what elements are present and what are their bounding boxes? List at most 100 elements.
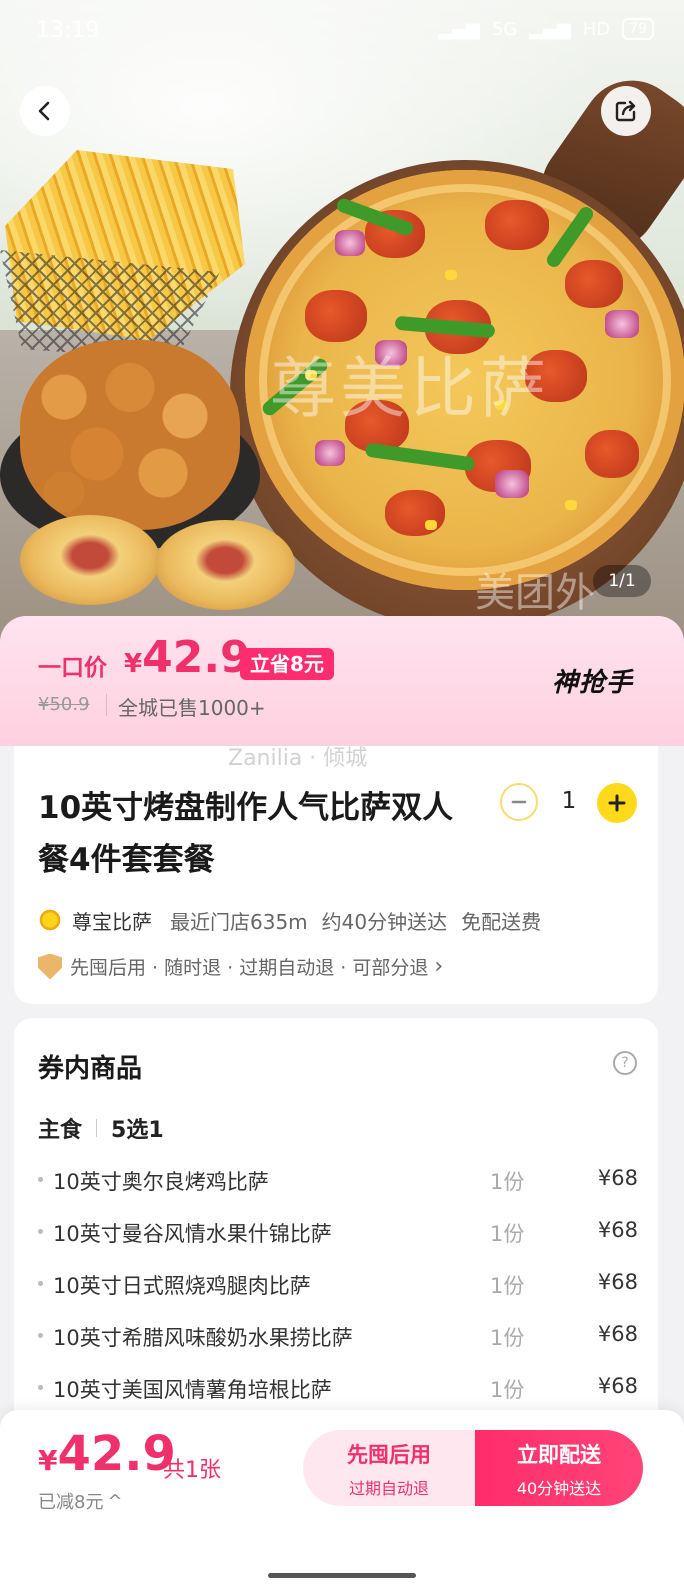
item-price: ¥68	[597, 1322, 638, 1346]
deliver-now-button[interactable]: 立即配送 40分钟送达	[475, 1430, 643, 1506]
original-price: ¥50.9	[38, 694, 90, 715]
current-price: ¥42.9	[124, 632, 251, 683]
group-name: 主食	[38, 1118, 83, 1143]
price-label: 一口价	[38, 655, 107, 681]
total-price: ¥42.9	[38, 1426, 176, 1482]
item-count: 1份	[490, 1378, 525, 1402]
total-price-value: 42.9	[57, 1426, 176, 1482]
shop-name: 尊宝比萨	[72, 909, 152, 934]
chevron-right-icon: ›	[434, 954, 444, 979]
chevron-up-icon: ^	[107, 1490, 123, 1512]
item-price: ¥68	[597, 1218, 638, 1242]
divider	[96, 1119, 98, 1137]
currency-symbol: ¥	[38, 1444, 58, 1477]
bullet	[38, 1281, 43, 1286]
section-title: 券内商品	[38, 1054, 143, 1084]
pizza-topping	[485, 200, 549, 250]
image-counter: 1/1	[593, 565, 651, 597]
buy-later-label: 先囤后用	[347, 1443, 431, 1467]
signal-icon: ▂▄▆	[529, 18, 571, 40]
home-indicator[interactable]	[268, 1573, 416, 1578]
pizza-topping	[385, 490, 445, 536]
help-icon[interactable]: ?	[613, 1051, 637, 1075]
quantity-increase-button[interactable]	[597, 783, 637, 823]
item-count: 1份	[490, 1222, 525, 1246]
divider	[106, 694, 107, 716]
page-watermark: Zanilia · 倾城	[228, 746, 368, 771]
item-price: ¥68	[597, 1166, 638, 1190]
pizza-topping	[495, 470, 529, 498]
pizza-topping	[565, 500, 577, 510]
item-name: 10英寸曼谷风情水果什锦比萨	[53, 1222, 332, 1246]
delivery-time: 约40分钟送达	[321, 909, 448, 934]
item-group-header: 主食 5选1	[38, 1112, 164, 1144]
deal-logo: 神抢手	[552, 668, 634, 698]
plus-icon	[608, 794, 626, 812]
list-item: 10英寸曼谷风情水果什锦比萨 1份 ¥68	[38, 1214, 638, 1250]
buy-later-button[interactable]: 先囤后用 过期自动退	[303, 1430, 475, 1506]
minus-icon	[511, 800, 527, 804]
popcorn-chicken	[20, 340, 240, 530]
pizza-topping	[605, 310, 639, 338]
hd-label: HD	[582, 18, 611, 40]
sold-count: 全城已售1000+	[118, 696, 266, 720]
product-image[interactable]: 尊美比萨 美团外	[0, 0, 684, 660]
pizza-topping	[585, 430, 639, 478]
share-button[interactable]	[601, 86, 651, 136]
delivery-fee: 免配送费	[461, 909, 542, 934]
shop-logo-icon	[38, 908, 62, 932]
chevron-left-icon	[38, 101, 50, 121]
group-rule: 5选1	[111, 1118, 164, 1143]
coupon-count: 共1张	[163, 1458, 221, 1483]
item-name: 10英寸奥尔良烤鸡比萨	[53, 1170, 269, 1194]
pizza-topping	[315, 440, 345, 466]
product-title: 10英寸烤盘制作人气比萨双人餐4件套套餐	[38, 790, 454, 878]
back-button[interactable]	[20, 86, 70, 136]
network-type: 5G	[491, 18, 518, 40]
status-bar: 13:19 ▂▄▆ 5G ▂▄▆ HD 79	[0, 0, 684, 60]
item-count: 1份	[490, 1326, 525, 1350]
bullet	[38, 1177, 43, 1182]
deliver-now-label: 立即配送	[517, 1443, 601, 1467]
pizza-topping	[364, 442, 476, 472]
discount-detail-toggle[interactable]: 已减8元 ^	[38, 1488, 123, 1514]
item-count: 1份	[490, 1170, 525, 1194]
deliver-now-sublabel: 40分钟送达	[516, 1479, 602, 1498]
list-item: 10英寸希腊风味酸奶水果捞比萨 1份 ¥68	[38, 1318, 638, 1354]
image-watermark-corner: 美团外	[475, 570, 595, 616]
bullet	[38, 1229, 43, 1234]
pizza-topping	[565, 260, 623, 308]
item-price: ¥68	[597, 1270, 638, 1294]
item-price: ¥68	[597, 1374, 638, 1398]
share-icon	[615, 100, 636, 122]
bullet	[38, 1385, 43, 1390]
egg-tart	[155, 520, 295, 610]
store-distance: 最近门店635m	[170, 909, 308, 934]
battery-icon: 79	[622, 18, 654, 40]
list-item: 10英寸美国风情薯角培根比萨 1份 ¥68	[38, 1370, 638, 1406]
list-item: 10英寸日式照烧鸡腿肉比萨 1份 ¥68	[38, 1266, 638, 1302]
status-time: 13:19	[36, 18, 100, 43]
image-watermark: 尊美比萨	[270, 350, 550, 427]
quantity-decrease-button[interactable]	[500, 783, 538, 821]
quantity-value: 1	[561, 788, 577, 814]
pizza-topping	[335, 230, 365, 256]
status-icons: ▂▄▆ 5G ▂▄▆ HD 79	[438, 18, 654, 40]
price-value: 42.9	[142, 632, 251, 683]
guarantee-text: 先囤后用 · 随时退 · 过期自动退 · 可部分退	[70, 957, 429, 979]
pizza-topping	[425, 520, 437, 530]
currency-symbol: ¥	[124, 649, 143, 679]
item-name: 10英寸希腊风味酸奶水果捞比萨	[53, 1326, 353, 1350]
save-badge: 立省8元	[240, 648, 334, 680]
egg-tart	[20, 515, 160, 605]
bullet	[38, 1333, 43, 1338]
discount-text: 已减8元	[38, 1492, 104, 1513]
signal-icon: ▂▄▆	[438, 18, 480, 40]
shield-icon	[38, 953, 62, 980]
item-count: 1份	[490, 1274, 525, 1298]
shop-info[interactable]: 尊宝比萨 最近门店635m 约40分钟送达 免配送费	[38, 904, 541, 936]
list-item: 10英寸奥尔良烤鸡比萨 1份 ¥68	[38, 1162, 638, 1198]
buy-later-sublabel: 过期自动退	[348, 1479, 429, 1498]
item-name: 10英寸日式照烧鸡腿肉比萨	[53, 1274, 311, 1298]
guarantee-row[interactable]: 先囤后用 · 随时退 · 过期自动退 · 可部分退 ›	[38, 953, 443, 980]
